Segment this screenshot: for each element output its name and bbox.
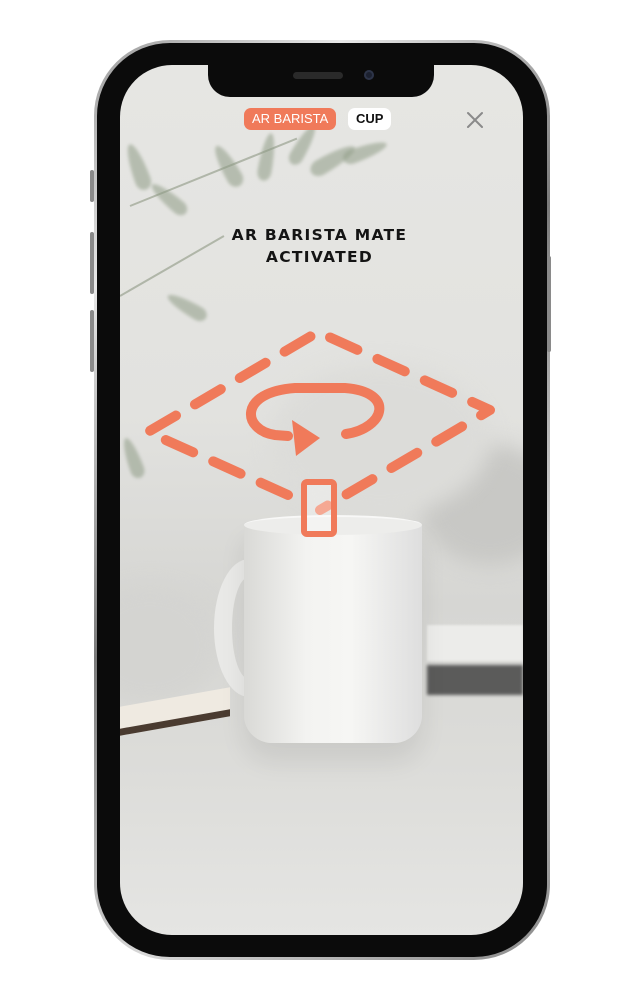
rotate-arrow-icon xyxy=(246,383,385,456)
phone-icon xyxy=(301,479,337,537)
ar-overlay xyxy=(143,327,495,537)
